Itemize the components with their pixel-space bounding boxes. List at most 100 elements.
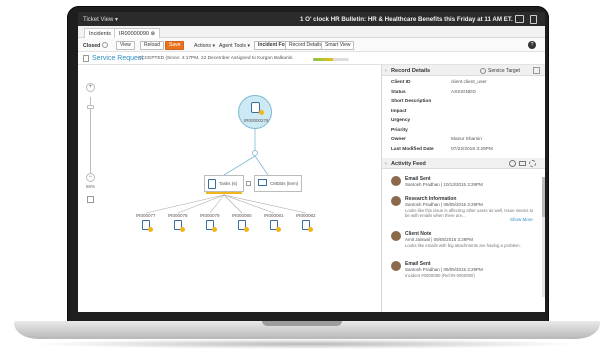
alert-badge bbox=[259, 110, 264, 115]
tab-bar: Incidents IR00000090 ⊗ bbox=[78, 26, 545, 38]
settings-icon[interactable] bbox=[102, 42, 108, 48]
record-icon bbox=[83, 55, 89, 62]
service-target-link[interactable]: Service Target bbox=[488, 68, 520, 74]
tab-ir00000090[interactable]: IR00000090 ⊗ bbox=[114, 28, 161, 38]
tab-incidents[interactable]: Incidents bbox=[84, 28, 117, 38]
field-value[interactable]: Mazur Shamin bbox=[451, 137, 482, 142]
feed-item-text: Looks like emails with big attachments a… bbox=[405, 243, 521, 248]
chevron-right-icon: › bbox=[385, 68, 387, 74]
record-field-row: Status ASSIGNED bbox=[391, 90, 541, 98]
reload-button[interactable]: Reload bbox=[140, 41, 164, 50]
feed-item-text: Incident #0000080 (Ref:IN-0000080) bbox=[405, 273, 475, 278]
status-summary: ACCEPTED (Since: 4:17PM, 22 December Ass… bbox=[138, 56, 293, 61]
service-request-title: Service Request bbox=[92, 55, 144, 62]
field-name: Short Description bbox=[391, 99, 432, 104]
inbox-icon[interactable] bbox=[515, 15, 524, 23]
record-field-row: Client ID client client_user bbox=[391, 80, 541, 88]
laptop-shadow bbox=[30, 339, 582, 349]
child-node-label: IR000080 bbox=[232, 213, 252, 218]
feed-item-meta: Santosh Pradhan | 10/13/2015 3:29PM bbox=[405, 182, 483, 187]
target-icon bbox=[480, 68, 486, 74]
avatar bbox=[391, 176, 401, 186]
record-field-row: Last Modified Date 07/22/2016 3:29PM bbox=[391, 147, 541, 155]
child-node-label: IR000081 bbox=[264, 213, 284, 218]
right-panel: › Record Details Service Target Client I… bbox=[381, 65, 545, 312]
record-field-row: Priority bbox=[391, 128, 541, 136]
child-incident-node[interactable]: IR000077 bbox=[136, 213, 158, 235]
help-icon[interactable]: ? bbox=[528, 41, 536, 49]
child-incident-node[interactable]: IR000080 bbox=[232, 213, 254, 235]
toolbar: Closed View Reload Save Actions ▾ Agent … bbox=[78, 38, 545, 52]
cmdb-node[interactable]: CMDBs (item) bbox=[254, 175, 302, 192]
field-name: Urgency bbox=[391, 118, 411, 123]
field-value[interactable]: client client_user bbox=[451, 80, 487, 85]
avatar bbox=[391, 196, 401, 206]
avatar bbox=[391, 231, 401, 241]
top-bar: Ticket View ▾ 1 O' clock HR Bulletin: HR… bbox=[78, 12, 545, 26]
center-incident-node[interactable]: IR00000278 bbox=[238, 95, 272, 129]
tasks-collapse-icon[interactable] bbox=[246, 181, 251, 186]
smart-view-tab[interactable]: Smart View bbox=[321, 41, 355, 50]
alert-badge bbox=[180, 227, 185, 232]
child-incident-node[interactable]: IR000082 bbox=[296, 213, 318, 235]
refresh-icon[interactable] bbox=[529, 160, 536, 167]
child-node-label: IR000082 bbox=[296, 213, 316, 218]
show-more-link[interactable]: Show More bbox=[510, 217, 533, 222]
chevron-right-icon: › bbox=[385, 161, 387, 167]
field-name: Status bbox=[391, 89, 406, 95]
field-value[interactable]: 07/22/2016 3:29PM bbox=[451, 147, 493, 152]
alert-badge bbox=[148, 227, 153, 232]
field-name: Impact bbox=[391, 108, 407, 114]
cmdb-label: CMDBs (item) bbox=[270, 181, 299, 186]
record-details-header[interactable]: › Record Details Service Target bbox=[382, 65, 545, 76]
child-incident-node[interactable]: IR000078 bbox=[168, 213, 190, 235]
child-incident-node[interactable]: IR000081 bbox=[264, 213, 286, 235]
record-header: Service Request ACCEPTED (Since: 4:17PM,… bbox=[78, 52, 545, 65]
record-field-row: Short Description bbox=[391, 99, 541, 107]
field-name: Owner bbox=[391, 137, 406, 142]
alert-badge bbox=[244, 227, 249, 232]
field-value[interactable]: ASSIGNED bbox=[451, 90, 476, 95]
sla-progress-fill bbox=[313, 58, 333, 61]
alert-badge bbox=[212, 227, 217, 232]
child-node-label: IR000078 bbox=[168, 213, 188, 218]
laptop-notch bbox=[262, 321, 342, 326]
center-node-label: IR00000278 bbox=[244, 118, 269, 123]
sla-progress-bar bbox=[313, 58, 349, 61]
add-icon[interactable] bbox=[509, 160, 516, 167]
ticket-view-menu[interactable]: Ticket View ▾ bbox=[83, 16, 118, 23]
status-label: Closed bbox=[83, 43, 101, 49]
task-icon bbox=[208, 179, 216, 189]
tasks-progress bbox=[206, 192, 242, 194]
tasks-node[interactable]: Tasks (6) bbox=[204, 175, 244, 194]
view-button[interactable]: View bbox=[116, 41, 135, 50]
feed-item-meta: Amit Jaiswal | 09/05/2015 3:29PM bbox=[405, 237, 473, 242]
tasks-label: Tasks (6) bbox=[219, 181, 238, 186]
child-node-label: IR000077 bbox=[136, 213, 156, 218]
relationship-canvas[interactable]: + − 50% IR00000278 Tasks (6) CMDBs (item… bbox=[78, 65, 378, 312]
child-incident-node[interactable]: IR000079 bbox=[200, 213, 222, 235]
app-screen: Ticket View ▾ 1 O' clock HR Bulletin: HR… bbox=[78, 12, 545, 312]
child-node-label: IR000079 bbox=[200, 213, 220, 218]
document-icon[interactable] bbox=[530, 15, 537, 24]
field-name: Client ID bbox=[391, 80, 411, 85]
agent-tools-menu[interactable]: Agent Tools ▾ bbox=[219, 43, 250, 49]
feed-scrollbar[interactable] bbox=[542, 177, 545, 297]
record-details-tab[interactable]: Record Details bbox=[285, 41, 326, 50]
activity-feed-title: Activity Feed bbox=[391, 161, 426, 167]
laptop-mockup: Ticket View ▾ 1 O' clock HR Bulletin: HR… bbox=[0, 0, 603, 356]
save-button[interactable]: Save bbox=[165, 41, 185, 50]
activity-feed-header[interactable]: › Activity Feed bbox=[382, 158, 545, 169]
feed-scrollbar-thumb[interactable] bbox=[542, 177, 545, 217]
hr-bulletin: 1 O' clock HR Bulletin: HR & Healthcare … bbox=[300, 16, 513, 23]
record-field-row: Impact bbox=[391, 109, 541, 117]
record-details-title: Record Details bbox=[391, 68, 431, 74]
field-name: Last Modified Date bbox=[391, 146, 434, 152]
field-name: Priority bbox=[391, 127, 408, 133]
alert-badge bbox=[276, 227, 281, 232]
email-icon[interactable] bbox=[519, 161, 526, 166]
record-field-row: Urgency bbox=[391, 118, 541, 126]
edit-icon[interactable] bbox=[533, 67, 540, 74]
alert-badge bbox=[308, 227, 313, 232]
actions-menu[interactable]: Actions ▾ bbox=[194, 43, 215, 49]
